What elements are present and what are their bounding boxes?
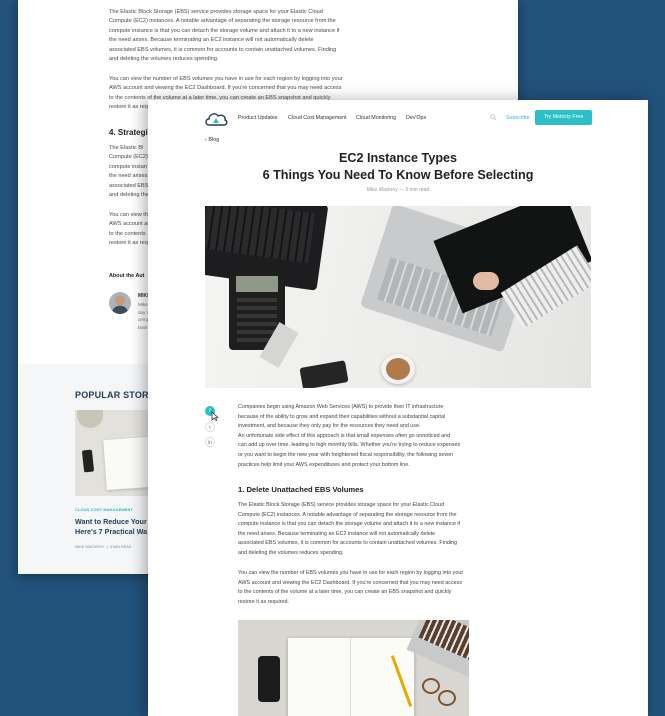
article-title-line-1: EC2 Instance Types: [338, 151, 458, 165]
text-line: can add up over time, leading to high mo…: [238, 442, 461, 449]
notebook-image: [238, 620, 469, 716]
text-line: Companies begin using Amazon Web Service…: [238, 404, 444, 410]
twitter-icon[interactable]: t: [205, 422, 215, 432]
link-icon[interactable]: in: [205, 437, 215, 447]
cloud-logo-icon[interactable]: [204, 110, 228, 128]
nav-cloud-monitoring[interactable]: Cloud Monitoring: [356, 115, 396, 121]
article-title-line-2: 6 Things You Need To Know Before Selecti…: [262, 168, 534, 182]
story-card-author: MIKE MACKROY: [75, 545, 105, 549]
text-line: and deleting the volumes reduces spendin…: [109, 56, 219, 63]
text-line: the need arises. Because terminating an …: [109, 37, 314, 44]
nav-cloud-cost-management[interactable]: Cloud Cost Management: [288, 115, 347, 121]
top-navigation: Product Updates Cloud Cost Management Cl…: [148, 100, 648, 140]
text-line: AWS account and viewing the EC2 Dashboar…: [238, 579, 463, 586]
text-line: the need arises. Because terminating an …: [238, 530, 436, 537]
story-card-category[interactable]: CLOUD COST MANAGEMENT: [75, 508, 133, 512]
section-heading: 1. Delete Unattached EBS Volumes: [238, 485, 364, 494]
cursor-icon: [211, 411, 219, 421]
text-line: because of the ability to grow and expan…: [238, 413, 446, 420]
text-line: The Elastic Block Storage (EBS) service …: [238, 502, 445, 508]
back-paragraph-1: The Elastic Block Storage (EBS) service …: [109, 8, 345, 64]
text-line: An unfortunate side effect of this appro…: [238, 432, 451, 439]
text-line: You can view the number of EBS volumes y…: [238, 570, 464, 576]
about-author-heading: About the Aut: [109, 273, 145, 279]
intro-paragraph: Companies begin using Amazon Web Service…: [238, 403, 478, 470]
title-line: Here's 7 Practical Wa: [75, 527, 148, 536]
nav-product-updates[interactable]: Product Updates: [238, 115, 277, 121]
article-meta: Mike Mackroy — 5 min read: [366, 187, 430, 193]
text-line: Compute (EC2) instances. A notable advan…: [238, 511, 457, 518]
story-card-meta: MIKE MACKROY | 5 MIN READ: [75, 545, 131, 549]
text-line: Compute (EC2) instances. A notable advan…: [109, 18, 336, 25]
text-line: associated EBS volumes, it is common for…: [238, 540, 458, 547]
subscribe-link[interactable]: Subscribe: [506, 115, 530, 121]
author-avatar: [109, 292, 131, 314]
text-line: and deleting the volumes reduces spendin…: [238, 549, 344, 556]
search-icon[interactable]: [490, 114, 497, 121]
text-line: The Elastic Block Storage (EBS) service …: [109, 9, 323, 15]
text-line: compute instance is that you can detach …: [238, 521, 461, 528]
text-line: investment, and because they only pay fo…: [238, 423, 421, 430]
text-line: You can view the number of EBS volumes y…: [109, 76, 343, 82]
text-line: AWS account and viewing the EC2 Dashboar…: [109, 85, 342, 92]
try-free-button[interactable]: Try Metricly Free: [535, 110, 592, 125]
section-paragraph-2: You can view the number of EBS volumes y…: [238, 569, 478, 607]
story-card-title[interactable]: Want to Reduce Your Here's 7 Practical W…: [75, 517, 155, 537]
foreground-article-page: Product Updates Cloud Cost Management Cl…: [148, 100, 648, 716]
blog-back-link[interactable]: ‹ Blog: [205, 137, 219, 143]
text-line: compute instance is that you can detach …: [109, 27, 340, 34]
text-line: restore it as required.: [238, 598, 289, 605]
back-section-heading: 4. Strategic: [109, 128, 153, 137]
nav-devops[interactable]: Dev'Ops: [406, 115, 426, 121]
title-line: Want to Reduce Your: [75, 517, 147, 526]
text-line: practices help limit your AWS expenditur…: [238, 461, 410, 468]
hero-image: [205, 206, 591, 388]
story-card-read-time: 5 MIN READ: [109, 545, 132, 549]
text-line: to the contents of the volume at a later…: [238, 589, 452, 596]
text-line: or you want to begin the new year with h…: [238, 451, 454, 458]
text-line: associated EBS volumes, it is common for…: [109, 46, 337, 53]
section-paragraph-1: The Elastic Block Storage (EBS) service …: [238, 501, 478, 559]
